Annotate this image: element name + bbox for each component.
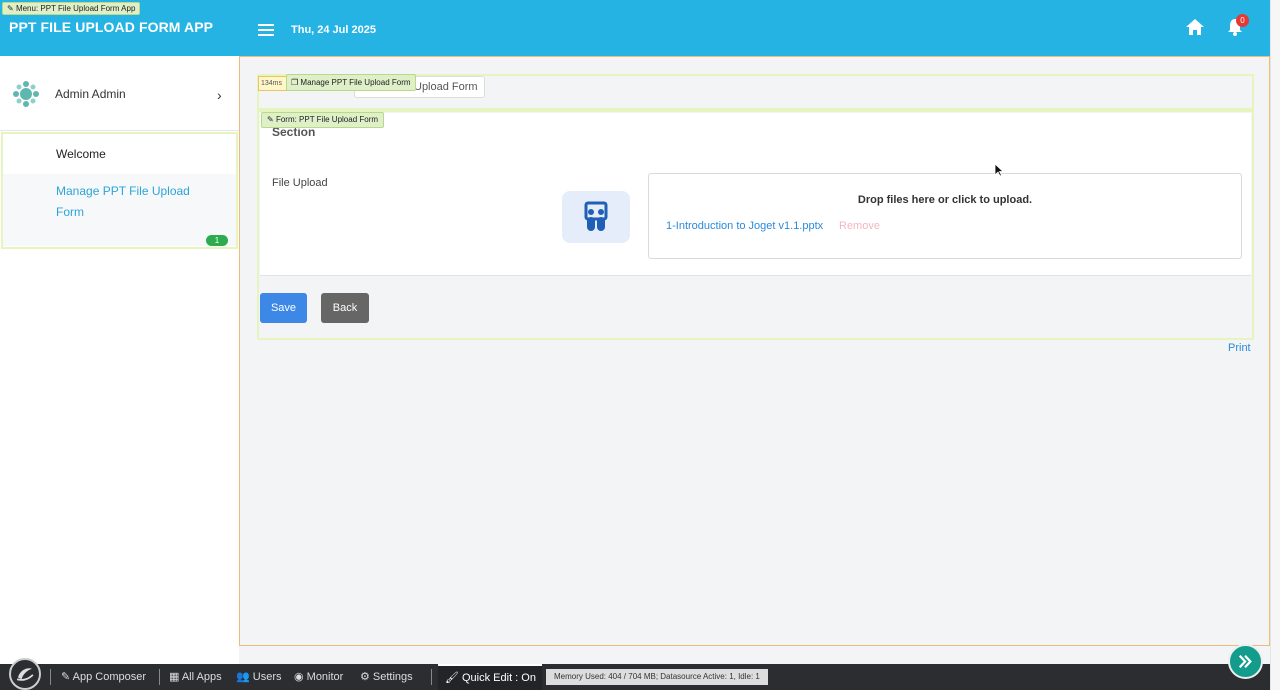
user-name: Admin Admin bbox=[55, 87, 126, 101]
brush-icon: 🖌 bbox=[445, 672, 459, 684]
form-edit-tag[interactable]: ✎ Form: PPT File Upload Form bbox=[261, 112, 385, 128]
sidebar-item-welcome[interactable]: Welcome bbox=[56, 147, 106, 161]
mouse-cursor-icon bbox=[994, 163, 1004, 177]
remove-file-link[interactable]: Remove bbox=[839, 220, 880, 232]
upload-form: ✎ Form: PPT File Upload Form Section Fil… bbox=[257, 110, 1254, 340]
file-upload-label: File Upload bbox=[272, 177, 328, 189]
chevron-right-icon[interactable]: › bbox=[217, 87, 222, 103]
top-header: ✎ Menu: PPT File Upload Form App PPT FIL… bbox=[0, 0, 1270, 56]
users-icon: 👥 bbox=[236, 671, 253, 683]
quick-edit-toggle[interactable]: 🖌 Quick Edit : On bbox=[438, 664, 542, 690]
sidebar: Admin Admin › Welcome Manage PPT File Up… bbox=[0, 56, 239, 664]
memory-status: Memory Used: 404 / 704 MB; Datasource Ac… bbox=[546, 669, 768, 685]
header-date: Thu, 24 Jul 2025 bbox=[291, 24, 376, 36]
breadcrumb-edit-tag[interactable]: ❐ Manage PPT File Upload Form bbox=[286, 74, 416, 91]
file-dropzone[interactable]: Drop files here or click to upload. 1-In… bbox=[648, 173, 1242, 259]
grid-icon: ▦ bbox=[169, 671, 182, 683]
app-title[interactable]: PPT FILE UPLOAD FORM APP bbox=[9, 19, 213, 35]
count-badge: 1 bbox=[206, 235, 228, 246]
hamburger-icon[interactable] bbox=[258, 24, 274, 36]
form-section: ✎ Form: PPT File Upload Form Section Fil… bbox=[260, 112, 1251, 276]
avatar bbox=[13, 81, 39, 107]
users-link[interactable]: 👥 Users bbox=[236, 670, 282, 684]
all-apps-link[interactable]: ▦ All Apps bbox=[169, 670, 222, 684]
copy-icon: ❐ bbox=[291, 78, 299, 87]
divider bbox=[159, 669, 160, 685]
monitor-icon: ◉ bbox=[294, 671, 307, 683]
home-icon[interactable] bbox=[1185, 18, 1205, 36]
sidebar-nav: Welcome Manage PPT File Upload Form 1 bbox=[1, 132, 238, 249]
gears-icon: ⚙ bbox=[360, 671, 373, 683]
divider bbox=[50, 669, 51, 685]
monitor-link[interactable]: ◉ Monitor bbox=[294, 670, 343, 684]
back-button[interactable]: Back bbox=[321, 293, 369, 323]
slideshare-icon bbox=[562, 191, 630, 243]
admin-bottom-bar: ✎ App Composer ▦ All Apps 👥 Users ◉ Moni… bbox=[0, 658, 1270, 690]
uploaded-file-link[interactable]: 1-Introduction to Joget v1.1.pptx bbox=[666, 220, 823, 232]
pencil-icon: ✎ bbox=[7, 4, 16, 13]
joget-logo-icon[interactable] bbox=[9, 658, 41, 690]
menu-edit-tag[interactable]: ✎ Menu: PPT File Upload Form App bbox=[2, 2, 141, 15]
user-profile[interactable]: Admin Admin › bbox=[0, 56, 239, 131]
dropzone-text: Drop files here or click to upload. bbox=[857, 194, 1033, 206]
print-link[interactable]: Print bbox=[1228, 342, 1251, 354]
notification-badge: 0 bbox=[1236, 14, 1249, 27]
sidebar-item-manage-ppt[interactable]: Manage PPT File Upload Form 1 bbox=[3, 174, 236, 246]
pencil-icon: ✎ bbox=[267, 115, 276, 124]
expand-fab-button[interactable] bbox=[1228, 644, 1263, 679]
divider bbox=[431, 669, 432, 685]
app-composer-link[interactable]: ✎ App Composer bbox=[61, 670, 146, 684]
edit-icon: ✎ bbox=[61, 671, 73, 683]
breadcrumb: Upload Form 134ms ❐ Manage PPT File Uplo… bbox=[257, 74, 1254, 110]
sidebar-item-label: Manage PPT File Upload Form bbox=[56, 184, 190, 219]
settings-link[interactable]: ⚙ Settings bbox=[360, 670, 413, 684]
save-button[interactable]: Save bbox=[260, 293, 307, 323]
page-scrollbar[interactable] bbox=[1270, 0, 1280, 690]
main-content: Upload Form 134ms ❐ Manage PPT File Uplo… bbox=[239, 56, 1270, 646]
